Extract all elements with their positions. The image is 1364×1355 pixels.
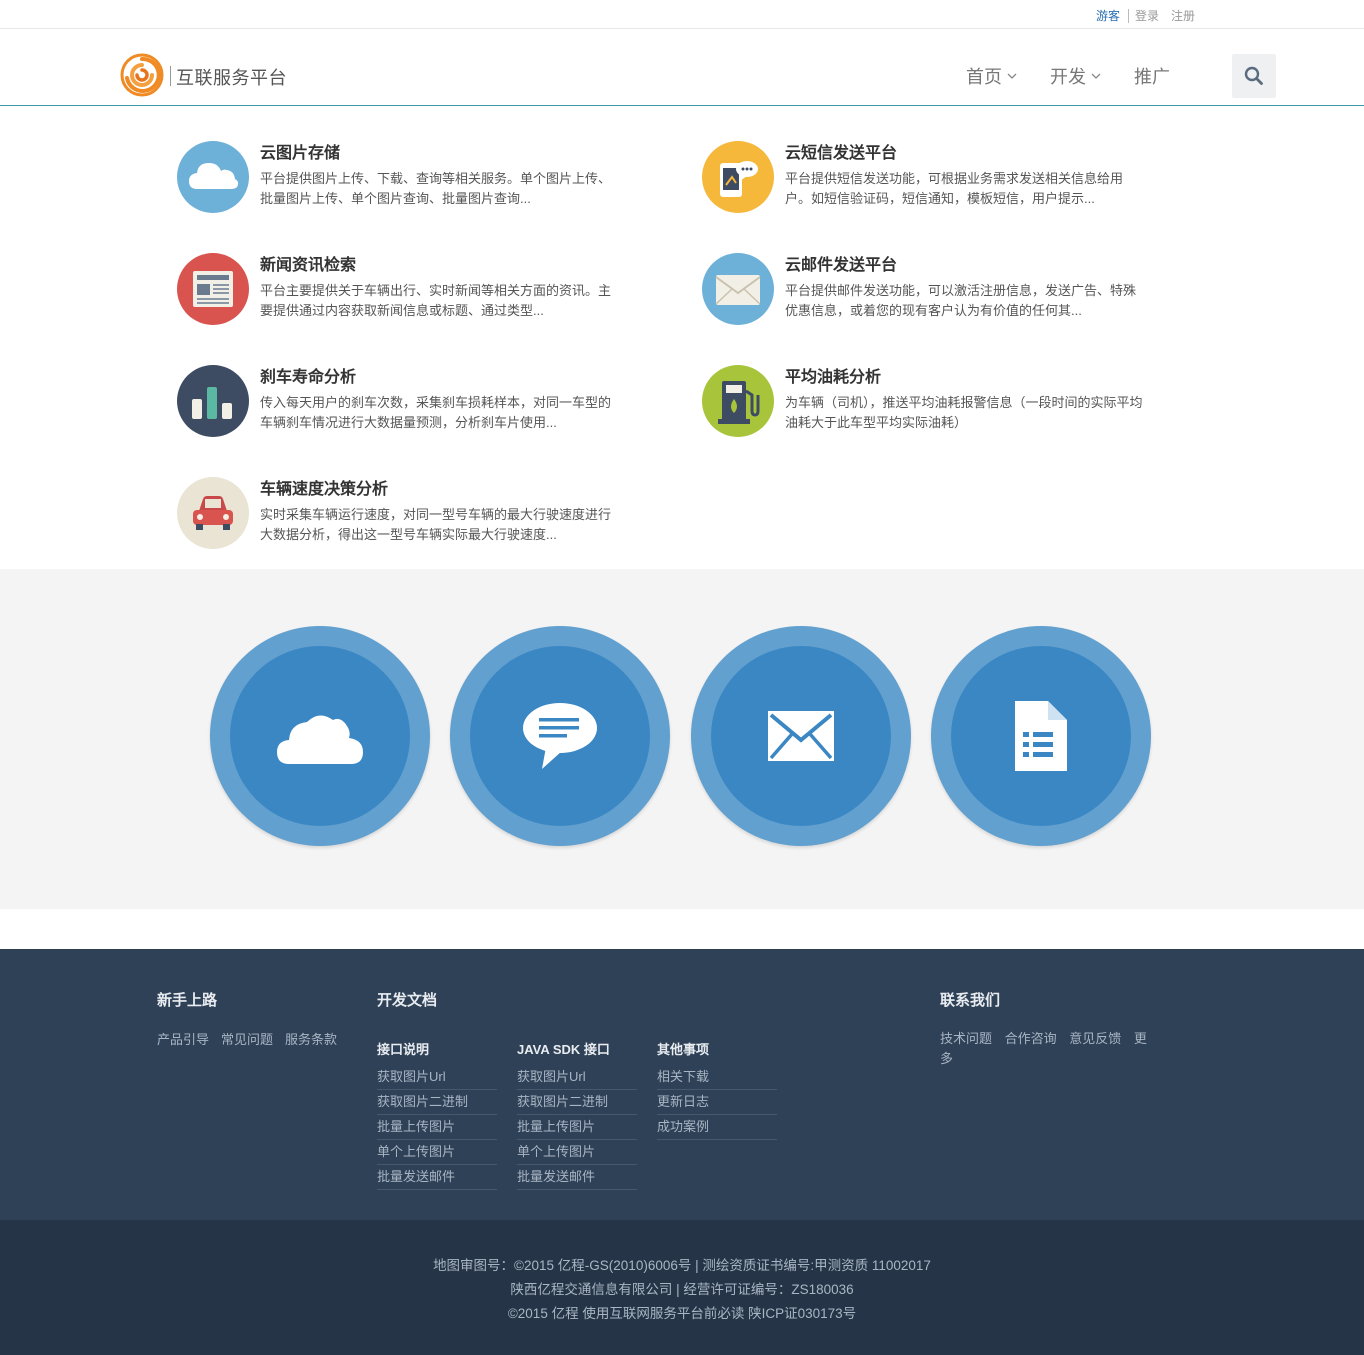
feature-inner bbox=[230, 646, 410, 826]
envelope-icon bbox=[768, 711, 834, 761]
bar-chart-icon bbox=[177, 365, 249, 437]
service-title: 云短信发送平台 bbox=[785, 145, 898, 162]
footer-link[interactable]: 合作咨询 bbox=[1005, 1031, 1057, 1046]
feature-document-button[interactable] bbox=[931, 626, 1151, 846]
docs-link[interactable]: 成功案例 bbox=[657, 1115, 777, 1140]
service-description: 平台提供邮件发送功能，可以激活注册信息，发送广告、特殊优惠信息，或着您的现有客户… bbox=[785, 283, 1137, 318]
nav-label: 推广 bbox=[1134, 67, 1170, 87]
footer-heading-contact: 联系我们 bbox=[940, 992, 1001, 1009]
service-description: 为车辆（司机），推送平均油耗报警信息（一段时间的实际平均油耗大于此车型平均实际油… bbox=[785, 395, 1143, 430]
docs-link[interactable]: 批量发送邮件 bbox=[517, 1165, 637, 1190]
service-title: 车辆速度决策分析 bbox=[260, 481, 389, 498]
service-title: 云邮件发送平台 bbox=[785, 257, 898, 274]
chevron-down-icon bbox=[1007, 73, 1017, 79]
feature-band bbox=[0, 569, 1364, 909]
service-description: 实时采集车辆运行速度，对同一型号车辆的最大行驶速度进行大数据分析，得出这一型号车… bbox=[260, 507, 612, 542]
brand-divider bbox=[170, 66, 171, 86]
service-title: 新闻资讯检索 bbox=[260, 257, 357, 274]
service-item[interactable]: 云短信发送平台 平台提供短信发送功能，可根据业务需求发送相关信息给用户。如短信验… bbox=[702, 141, 1162, 221]
footer-link[interactable]: 技术问题 bbox=[940, 1031, 992, 1046]
copyright-bar: 地图审图号：©2015 亿程-GS(2010)6006号 | 测绘资质证书编号:… bbox=[0, 1220, 1364, 1355]
brand-name[interactable]: 互联服务平台 bbox=[176, 64, 287, 90]
service-title: 平均油耗分析 bbox=[785, 369, 882, 386]
service-item[interactable]: 新闻资讯检索 平台主要提供关于车辆出行、实时新闻等相关方面的资讯。主要提供通过内… bbox=[177, 253, 637, 333]
feature-message-button[interactable] bbox=[450, 626, 670, 846]
service-description: 平台提供短信发送功能，可根据业务需求发送相关信息给用户。如短信验证码，短信通知，… bbox=[785, 171, 1124, 206]
docs-column-list: 获取图片Url 获取图片二进制 批量上传图片 单个上传图片 批量发送邮件 bbox=[517, 1065, 637, 1190]
service-description: 平台提供图片上传、下载、查询等相关服务。单个图片上传、批量图片上传、单个图片查询… bbox=[260, 171, 612, 206]
feature-inner bbox=[711, 646, 891, 826]
service-title: 云图片存储 bbox=[260, 145, 341, 162]
top-utility-bar: 游客 登录 注册 bbox=[0, 0, 1364, 29]
nav-label: 开发 bbox=[1050, 67, 1086, 87]
chevron-down-icon bbox=[1091, 73, 1101, 79]
envelope-icon bbox=[702, 253, 774, 325]
nav-item-home[interactable]: 首页 bbox=[966, 63, 1018, 89]
copyright-line: 陕西亿程交通信息有限公司 | 经营许可证编号：ZS180036 bbox=[510, 1282, 854, 1297]
docs-column-list: 相关下载 更新日志 成功案例 bbox=[657, 1065, 777, 1140]
footer-heading-docs: 开发文档 bbox=[377, 992, 438, 1009]
site-footer: 新手上路 产品引导 常见问题 服务条款 开发文档 接口说明 获取图片Url 获取… bbox=[0, 949, 1364, 1220]
docs-link[interactable]: 获取图片二进制 bbox=[377, 1090, 497, 1115]
service-item[interactable]: 车辆速度决策分析 实时采集车辆运行速度，对同一型号车辆的最大行驶速度进行大数据分… bbox=[177, 477, 637, 557]
nav-item-develop[interactable]: 开发 bbox=[1050, 63, 1102, 89]
feature-cloud-button[interactable] bbox=[210, 626, 430, 846]
service-item[interactable]: 云图片存储 平台提供图片上传、下载、查询等相关服务。单个图片上传、批量图片上传、… bbox=[177, 141, 637, 221]
search-icon bbox=[1244, 66, 1263, 85]
service-item[interactable]: 云邮件发送平台 平台提供邮件发送功能，可以激活注册信息，发送广告、特殊优惠信息，… bbox=[702, 253, 1162, 333]
getting-started-links: 产品引导 常见问题 服务条款 bbox=[157, 1029, 349, 1048]
docs-link[interactable]: 获取图片Url bbox=[377, 1065, 497, 1090]
service-item[interactable]: 刹车寿命分析 传入每天用户的刹车次数，采集刹车损耗样本，对同一车型的车辆刹车情况… bbox=[177, 365, 637, 445]
copyright-line: ©2015 亿程 使用互联网服务平台前必读 陕ICP证030173号 bbox=[507, 1306, 857, 1321]
docs-column-title: 其他事项 bbox=[657, 1042, 710, 1057]
document-icon bbox=[1015, 701, 1067, 771]
service-title: 刹车寿命分析 bbox=[260, 369, 357, 386]
feature-inner bbox=[951, 646, 1131, 826]
footer-link[interactable]: 意见反馈 bbox=[1069, 1031, 1121, 1046]
docs-column-title: 接口说明 bbox=[377, 1042, 430, 1057]
divider bbox=[1128, 8, 1130, 23]
search-button[interactable] bbox=[1232, 54, 1276, 98]
service-description: 平台主要提供关于车辆出行、实时新闻等相关方面的资讯。主要提供通过内容获取新闻信息… bbox=[260, 283, 612, 318]
docs-link[interactable]: 更新日志 bbox=[657, 1090, 777, 1115]
docs-link[interactable]: 获取图片二进制 bbox=[517, 1090, 637, 1115]
feature-mail-button[interactable] bbox=[691, 626, 911, 846]
docs-link[interactable]: 获取图片Url bbox=[517, 1065, 637, 1090]
site-header: 互联服务平台 首页 开发 推广 bbox=[0, 29, 1364, 106]
main-nav: 首页 开发 推广 bbox=[966, 63, 1202, 89]
docs-link[interactable]: 批量发送邮件 bbox=[377, 1165, 497, 1190]
footer-link[interactable]: 产品引导 bbox=[157, 1029, 209, 1048]
docs-link[interactable]: 相关下载 bbox=[657, 1065, 777, 1090]
account-links: 游客 登录 注册 bbox=[1096, 7, 1195, 24]
phone-message-icon bbox=[702, 141, 774, 213]
register-link[interactable]: 注册 bbox=[1171, 7, 1195, 24]
chat-bubble-icon bbox=[523, 703, 597, 769]
footer-link[interactable]: 服务条款 bbox=[285, 1029, 337, 1048]
car-icon bbox=[177, 477, 249, 549]
service-item[interactable]: 平均油耗分析 为车辆（司机），推送平均油耗报警信息（一段时间的实际平均油耗大于此… bbox=[702, 365, 1162, 445]
docs-link[interactable]: 单个上传图片 bbox=[377, 1140, 497, 1165]
login-link[interactable]: 登录 bbox=[1135, 7, 1159, 24]
nav-item-promote[interactable]: 推广 bbox=[1134, 63, 1170, 89]
cloud-icon bbox=[177, 141, 249, 213]
newspaper-icon bbox=[177, 253, 249, 325]
nav-label: 首页 bbox=[966, 67, 1002, 87]
docs-link[interactable]: 批量上传图片 bbox=[517, 1115, 637, 1140]
docs-column-title: JAVA SDK 接口 bbox=[517, 1042, 610, 1057]
guest-link[interactable]: 游客 bbox=[1096, 7, 1120, 24]
cloud-icon bbox=[277, 715, 363, 764]
docs-link[interactable]: 批量上传图片 bbox=[377, 1115, 497, 1140]
fuel-pump-icon bbox=[702, 365, 774, 437]
copyright-line: 地图审图号：©2015 亿程-GS(2010)6006号 | 测绘资质证书编号:… bbox=[433, 1258, 931, 1273]
docs-link[interactable]: 单个上传图片 bbox=[517, 1140, 637, 1165]
feature-inner bbox=[470, 646, 650, 826]
docs-column-list: 获取图片Url 获取图片二进制 批量上传图片 单个上传图片 批量发送邮件 bbox=[377, 1065, 497, 1190]
service-description: 传入每天用户的刹车次数，采集刹车损耗样本，对同一车型的车辆刹车情况进行大数据量预… bbox=[260, 395, 612, 430]
footer-heading-getting-started: 新手上路 bbox=[157, 992, 218, 1009]
contact-links: 技术问题 合作咨询 意见反馈 更多 bbox=[940, 1029, 1165, 1069]
logo-icon[interactable] bbox=[120, 53, 164, 97]
footer-link[interactable]: 常见问题 bbox=[221, 1029, 273, 1048]
